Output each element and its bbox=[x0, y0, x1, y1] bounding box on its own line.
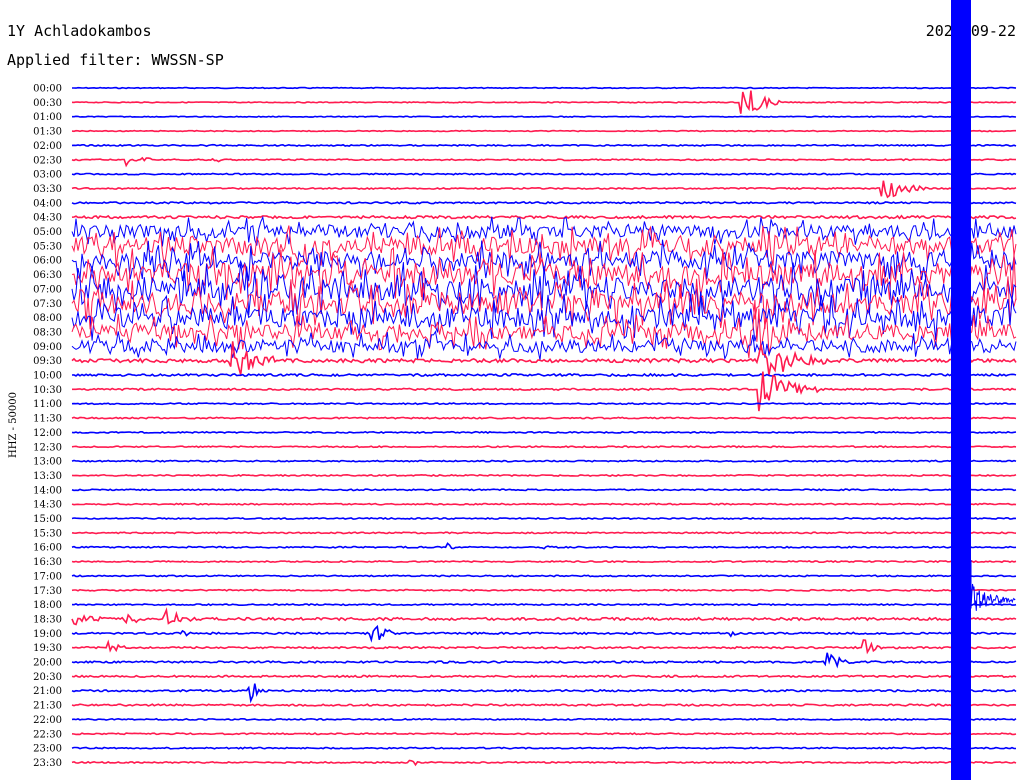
trace-rows: 00:00 00:30 01:00 01:30 02:00 02:30 03:00 03:30… bbox=[33, 84, 1017, 769]
trace-line bbox=[71, 574, 1017, 578]
trace-line bbox=[71, 445, 1017, 449]
trace-line bbox=[71, 502, 1017, 506]
trace-line bbox=[71, 488, 1017, 492]
trace-line bbox=[71, 652, 1017, 669]
trace-line bbox=[71, 588, 1017, 592]
time-label: 11:30 bbox=[33, 414, 62, 425]
trace-line bbox=[71, 542, 1017, 550]
time-label: 16:00 bbox=[33, 543, 62, 554]
trace-line bbox=[72, 371, 1017, 412]
time-label: 02:00 bbox=[33, 141, 62, 152]
trace-line bbox=[71, 200, 1017, 205]
trace-line bbox=[71, 639, 1017, 655]
time-label: 07:30 bbox=[33, 299, 62, 310]
trace-line bbox=[71, 473, 1017, 478]
trace-line bbox=[71, 746, 1016, 750]
time-label: 22:30 bbox=[33, 729, 62, 740]
trace-line bbox=[71, 602, 1017, 607]
time-label: 03:00 bbox=[33, 170, 62, 181]
trace-line bbox=[71, 215, 1017, 247]
time-label: 09:00 bbox=[33, 342, 62, 353]
trace-line bbox=[71, 624, 1017, 643]
trace-line bbox=[71, 90, 1017, 114]
time-label: 01:30 bbox=[33, 127, 62, 138]
trace-line bbox=[71, 516, 1017, 521]
trace-line bbox=[71, 172, 1017, 176]
time-label: 10:00 bbox=[33, 371, 62, 382]
trace-line bbox=[71, 703, 1017, 707]
trace-line bbox=[71, 372, 1017, 378]
trace-line bbox=[71, 416, 1017, 420]
time-label: 17:30 bbox=[33, 586, 62, 597]
trace-line bbox=[71, 759, 1017, 767]
time-label: 11:00 bbox=[33, 399, 62, 410]
time-label: 10:30 bbox=[33, 385, 62, 396]
time-label: 15:30 bbox=[33, 528, 62, 539]
time-label: 20:30 bbox=[33, 672, 62, 683]
trace-line bbox=[71, 402, 1017, 406]
trace-line bbox=[71, 674, 1017, 679]
time-label: 12:30 bbox=[33, 442, 62, 453]
trace-line bbox=[71, 214, 1017, 220]
trace-line bbox=[71, 156, 1017, 168]
time-label: 19:30 bbox=[33, 643, 62, 654]
trace-line bbox=[71, 607, 1017, 626]
time-label: 21:00 bbox=[33, 686, 62, 697]
time-label: 18:30 bbox=[33, 614, 62, 625]
time-label: 23:00 bbox=[33, 744, 62, 755]
time-label: 03:30 bbox=[33, 184, 62, 195]
time-label: 18:00 bbox=[33, 600, 62, 611]
trace-line bbox=[71, 129, 1016, 133]
time-label: 08:30 bbox=[33, 327, 62, 338]
time-label: 00:30 bbox=[33, 98, 62, 109]
station-title: 1Y Achladokambos bbox=[7, 22, 152, 40]
time-label: 04:30 bbox=[33, 213, 62, 224]
trace-line bbox=[71, 430, 1017, 435]
earthquake-coda bbox=[970, 560, 1016, 611]
trace-line bbox=[71, 732, 1017, 736]
time-label: 04:00 bbox=[33, 198, 62, 209]
helicorder-chart: 1Y Achladokambos 2024-09-22 Applied filt… bbox=[7, 0, 1017, 780]
time-label: 07:00 bbox=[33, 284, 62, 295]
trace-line bbox=[71, 559, 1017, 564]
time-label: 20:00 bbox=[33, 658, 62, 669]
trace-line bbox=[71, 531, 1017, 535]
time-label: 00:00 bbox=[33, 84, 62, 95]
time-label: 14:00 bbox=[33, 485, 62, 496]
time-label: 05:00 bbox=[33, 227, 62, 238]
time-label: 23:30 bbox=[33, 758, 62, 769]
time-label: 22:00 bbox=[33, 715, 62, 726]
time-label: 06:30 bbox=[33, 270, 62, 281]
time-label: 13:00 bbox=[33, 457, 62, 468]
time-label: 09:30 bbox=[33, 356, 62, 367]
saturated-trace-band bbox=[951, 0, 971, 780]
time-label: 05:30 bbox=[33, 241, 62, 252]
time-label: 17:00 bbox=[33, 571, 62, 582]
time-label: 13:30 bbox=[33, 471, 62, 482]
trace-line bbox=[72, 86, 1017, 90]
filter-label: Applied filter: WWSSN-SP bbox=[7, 51, 224, 69]
y-axis-label: HHZ - 50000 bbox=[8, 392, 19, 458]
time-label: 21:30 bbox=[33, 701, 62, 712]
time-label: 14:30 bbox=[33, 500, 62, 511]
time-label: 01:00 bbox=[33, 112, 62, 123]
trace-line bbox=[71, 459, 1017, 463]
trace-line bbox=[71, 180, 1017, 199]
time-label: 16:30 bbox=[33, 557, 62, 568]
time-label: 12:00 bbox=[33, 428, 62, 439]
time-label: 15:00 bbox=[33, 514, 62, 525]
time-label: 02:30 bbox=[33, 155, 62, 166]
time-label: 08:00 bbox=[33, 313, 62, 324]
trace-line bbox=[72, 115, 1017, 118]
trace-line bbox=[71, 683, 1017, 704]
time-label: 06:00 bbox=[33, 256, 62, 267]
time-label: 19:00 bbox=[33, 629, 62, 640]
trace-line bbox=[71, 717, 1017, 721]
trace-line bbox=[71, 143, 1017, 147]
